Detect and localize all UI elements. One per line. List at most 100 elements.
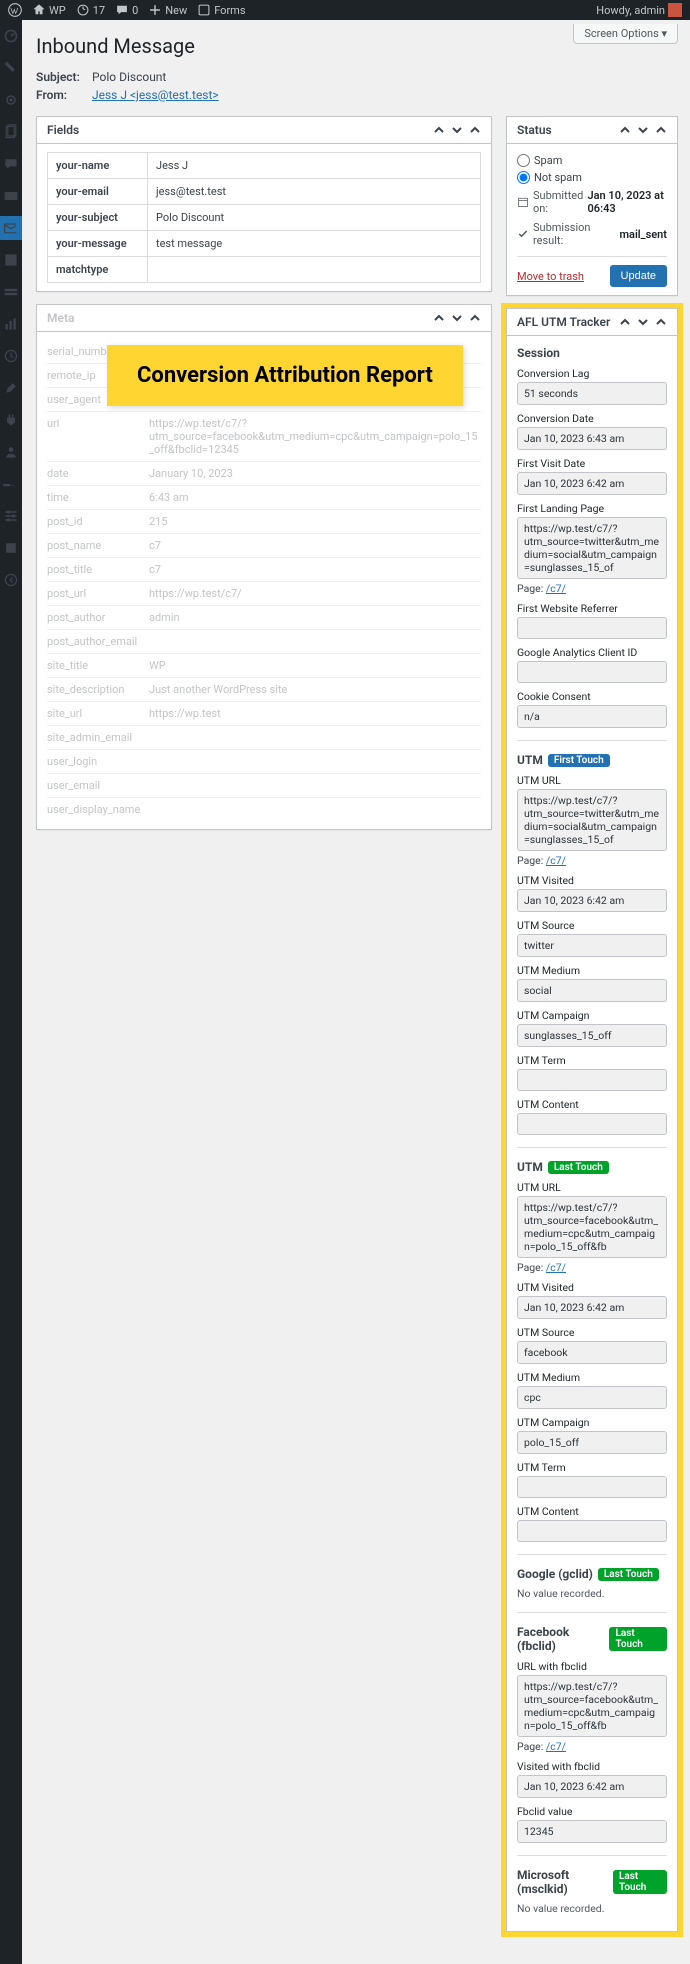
admin-bar: WP 17 0 New Forms Howdy, admin	[0, 0, 690, 20]
menu-users[interactable]	[0, 440, 22, 464]
last-touch-badge: Last Touch	[609, 1627, 667, 1651]
field-label: UTM Term	[517, 1461, 667, 1474]
table-row: matchtype	[48, 257, 481, 283]
meta-row: post_urlhttps://wp.test/c7/	[47, 582, 481, 606]
trash-link[interactable]: Move to trash	[517, 270, 584, 283]
field-label: First Website Referrer	[517, 602, 667, 615]
avatar-icon	[668, 3, 682, 17]
howdy-link[interactable]: Howdy, admin	[596, 3, 682, 17]
screen-options-toggle[interactable]: Screen Options ▾	[573, 24, 678, 44]
table-row: your-nameJess J	[48, 153, 481, 179]
admin-sidebar	[0, 20, 22, 1964]
menu-flamingo[interactable]	[0, 216, 22, 240]
page-link[interactable]: /c7/	[546, 1261, 566, 1274]
menu-collapse[interactable]	[0, 568, 22, 592]
menu-appearance[interactable]	[0, 376, 22, 400]
field-value: n/a	[517, 705, 667, 728]
new-link[interactable]: New	[148, 3, 187, 17]
toggle-icon[interactable]	[469, 124, 481, 136]
fields-box: Fields your-nameJess Jyour-emailjess@tes…	[36, 116, 492, 292]
meta-row: post_authoradmin	[47, 606, 481, 630]
from-row: From: Jess J <jess@test.test>	[36, 86, 678, 104]
field-label: Google Analytics Client ID	[517, 646, 667, 659]
notspam-radio[interactable]: Not spam	[517, 169, 667, 186]
spam-radio[interactable]: Spam	[517, 152, 667, 169]
tracker-title: AFL UTM Tracker	[517, 315, 610, 329]
meta-row: user_email	[47, 774, 481, 798]
meta-row: user_login	[47, 750, 481, 774]
calendar-icon	[517, 196, 529, 208]
chevron-down-icon[interactable]	[637, 316, 649, 328]
field-value: sunglasses_15_off	[517, 1024, 667, 1047]
chevron-down-icon[interactable]	[451, 124, 463, 136]
chevron-up-icon[interactable]	[433, 124, 445, 136]
menu-tools[interactable]	[0, 472, 22, 496]
field-value: https://wp.test/c7/?utm_source=twitter&u…	[517, 517, 667, 579]
check-icon	[517, 228, 529, 240]
page-link[interactable]: /c7/	[546, 854, 566, 867]
chevron-down-icon[interactable]	[637, 124, 649, 136]
menu-settings[interactable]	[0, 504, 22, 528]
meta-row: post_titlec7	[47, 558, 481, 582]
meta-row: dateJanuary 10, 2023	[47, 462, 481, 486]
comments-link[interactable]: 0	[115, 3, 138, 17]
chevron-down-icon[interactable]	[451, 312, 463, 324]
page-link[interactable]: /c7/	[546, 1740, 566, 1753]
menu-item[interactable]	[0, 280, 22, 304]
toggle-icon[interactable]	[469, 312, 481, 324]
utm-first-heading: UTMFirst Touch	[517, 753, 667, 767]
field-label: Fbclid value	[517, 1805, 667, 1818]
table-row: your-emailjess@test.test	[48, 179, 481, 205]
page-link-row: Page: /c7/	[517, 854, 667, 867]
meta-row: time6:43 am	[47, 486, 481, 510]
menu-posts[interactable]	[0, 56, 22, 80]
menu-item[interactable]	[0, 248, 22, 272]
field-value: 12345	[517, 1820, 667, 1843]
menu-plugins[interactable]	[0, 408, 22, 432]
field-label: UTM Source	[517, 919, 667, 932]
field-label: Visited with fbclid	[517, 1760, 667, 1773]
menu-media[interactable]	[0, 88, 22, 112]
field-label: Conversion Lag	[517, 367, 667, 380]
meta-row: urlhttps://wp.test/c7/?utm_source=facebo…	[47, 412, 481, 462]
menu-analytics[interactable]	[0, 312, 22, 336]
menu-item[interactable]	[0, 344, 22, 368]
field-value	[517, 1113, 667, 1135]
field-label: Cookie Consent	[517, 690, 667, 703]
google-heading: Google (gclid)Last Touch	[517, 1567, 667, 1581]
facebook-heading: Facebook (fbclid)Last Touch	[517, 1625, 667, 1653]
menu-contact[interactable]	[0, 184, 22, 208]
field-label: UTM Content	[517, 1505, 667, 1518]
updates-link[interactable]: 17	[76, 3, 105, 17]
menu-item[interactable]	[0, 536, 22, 560]
fields-title: Fields	[47, 123, 79, 137]
session-heading: Session	[517, 346, 667, 360]
field-label: First Visit Date	[517, 457, 667, 470]
last-touch-badge: Last Touch	[598, 1568, 659, 1581]
field-value: Jan 10, 2023 6:42 am	[517, 472, 667, 495]
meta-box: Meta serial_number2remote_ipuser_agentur…	[36, 304, 492, 830]
chevron-up-icon[interactable]	[619, 124, 631, 136]
menu-pages[interactable]	[0, 120, 22, 144]
field-label: URL with fbclid	[517, 1660, 667, 1673]
update-button[interactable]: Update	[610, 265, 667, 287]
from-link[interactable]: Jess J <jess@test.test>	[92, 88, 219, 102]
chevron-up-icon[interactable]	[619, 316, 631, 328]
toggle-icon[interactable]	[655, 124, 667, 136]
chevron-up-icon[interactable]	[433, 312, 445, 324]
field-value: https://wp.test/c7/?utm_source=facebook&…	[517, 1675, 667, 1737]
microsoft-heading: Microsoft (msclkid)Last Touch	[517, 1868, 667, 1896]
menu-comments[interactable]	[0, 152, 22, 176]
field-label: UTM Source	[517, 1326, 667, 1339]
field-value: 51 seconds	[517, 382, 667, 405]
wp-logo[interactable]	[8, 3, 22, 17]
menu-dashboard[interactable]	[0, 24, 22, 48]
field-label: UTM Campaign	[517, 1416, 667, 1429]
site-link[interactable]: WP	[32, 3, 66, 17]
forms-link[interactable]: Forms	[197, 3, 245, 17]
page-link[interactable]: /c7/	[546, 582, 566, 595]
meta-row: post_namec7	[47, 534, 481, 558]
last-touch-badge: Last Touch	[613, 1870, 667, 1894]
callout-label: Conversion Attribution Report	[107, 345, 463, 406]
toggle-icon[interactable]	[655, 316, 667, 328]
